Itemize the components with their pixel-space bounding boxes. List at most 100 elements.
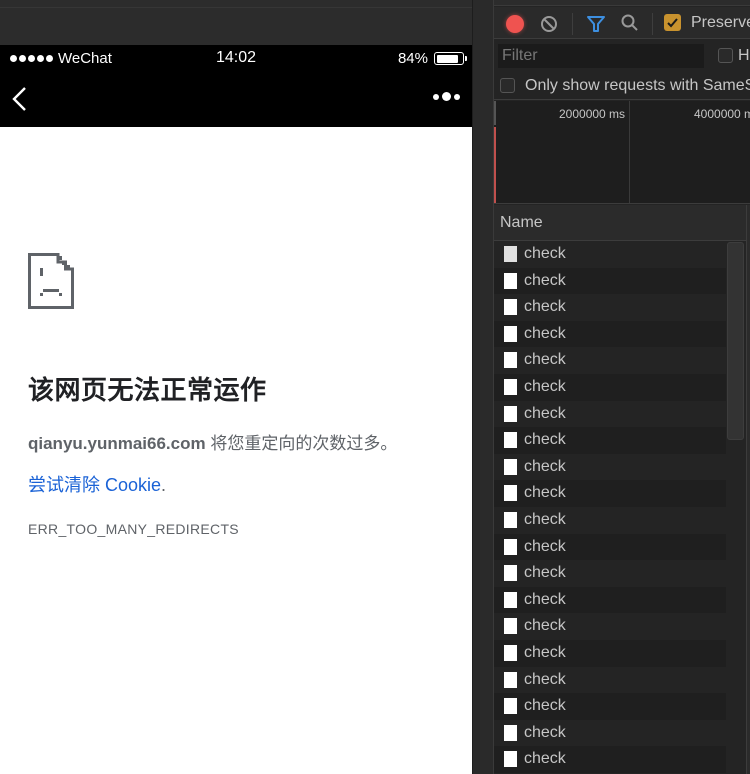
clear-cookies-link[interactable]: 尝试清除 Cookie.	[28, 471, 166, 497]
request-name: check	[524, 670, 566, 688]
request-name: check	[524, 431, 566, 449]
request-name: check	[524, 324, 566, 342]
request-row[interactable]: check	[494, 400, 726, 428]
document-icon	[504, 352, 517, 369]
chevron-left-icon	[12, 87, 26, 111]
screen: WeChat 14:02 84% 该网页无法正常运作 qianyu.yunmai…	[0, 0, 750, 774]
document-icon	[504, 724, 517, 741]
request-row[interactable]: check	[494, 533, 726, 561]
request-name: check	[524, 298, 566, 316]
request-name: check	[524, 484, 566, 502]
request-row[interactable]: check	[494, 480, 726, 507]
request-name: check	[524, 271, 566, 289]
clear-cookies-link-label[interactable]: 尝试清除 Cookie	[28, 475, 161, 495]
record-button[interactable]	[506, 15, 524, 33]
request-name: check	[524, 590, 566, 608]
network-overview-timeline[interactable]: 2000000 ms 4000000 m	[494, 101, 750, 204]
request-name: check	[524, 750, 566, 768]
document-icon	[504, 671, 517, 688]
request-row[interactable]: check	[494, 320, 726, 348]
request-list: check check check check check check check check…	[494, 241, 726, 773]
request-name: check	[524, 564, 566, 582]
request-row[interactable]: check	[494, 347, 726, 374]
document-icon	[504, 591, 517, 608]
document-icon	[504, 644, 517, 661]
column-header-label: Name	[500, 214, 543, 231]
error-host: qianyu.yunmai66.com	[28, 434, 206, 453]
request-name: check	[524, 617, 566, 635]
more-dot-icon	[433, 93, 439, 100]
document-icon	[504, 698, 517, 715]
request-row[interactable]: check	[494, 241, 726, 268]
request-row[interactable]: check	[494, 693, 726, 720]
request-name: check	[524, 245, 566, 262]
hide-data-urls-checkbox[interactable]	[718, 48, 733, 63]
request-row[interactable]: check	[494, 560, 726, 587]
filter-input[interactable]	[498, 44, 704, 68]
preserve-log-label: Preserve	[691, 14, 750, 31]
request-name: check	[524, 723, 566, 741]
more-dot-icon	[442, 92, 451, 101]
document-icon	[504, 565, 517, 582]
battery-percent: 84%	[397, 50, 428, 67]
request-row[interactable]: check	[494, 613, 726, 640]
filter-toggle-button[interactable]	[586, 14, 606, 34]
devtools-tabbar	[494, 0, 750, 6]
timeline-marker	[494, 127, 496, 203]
samesite-label: Only show requests with SameSit	[525, 77, 750, 94]
document-icon	[504, 511, 517, 528]
document-icon	[504, 751, 517, 768]
request-name: check	[524, 537, 566, 555]
checkmark-icon	[667, 18, 678, 28]
request-row[interactable]: check	[494, 719, 726, 747]
request-row[interactable]: check	[494, 506, 726, 534]
preserve-log-checkbox[interactable]	[664, 14, 681, 31]
panel-divider[interactable]	[472, 0, 493, 774]
request-row[interactable]: check	[494, 746, 726, 773]
scrollbar-thumb[interactable]	[727, 242, 744, 440]
document-icon	[504, 432, 517, 449]
samesite-filter-row: Only show requests with SameSit	[494, 72, 750, 100]
clear-button[interactable]	[540, 15, 558, 33]
request-row[interactable]: check	[494, 373, 726, 401]
request-name: check	[524, 377, 566, 395]
document-icon	[504, 325, 517, 342]
link-period: .	[161, 475, 167, 495]
document-icon	[504, 246, 517, 262]
document-icon	[504, 378, 517, 395]
phone-simulator: WeChat 14:02 84% 该网页无法正常运作 qianyu.yunmai…	[0, 45, 472, 774]
request-row[interactable]: check	[494, 427, 726, 454]
document-icon	[504, 458, 517, 475]
request-name: check	[524, 697, 566, 715]
request-name: check	[524, 510, 566, 528]
document-icon	[504, 405, 517, 422]
error-description: qianyu.yunmai66.com 将您重定向的次数过多。	[28, 429, 397, 454]
more-button[interactable]	[433, 92, 460, 101]
request-row[interactable]: check	[494, 294, 726, 321]
clear-icon	[541, 16, 557, 32]
sad-document-icon	[28, 253, 74, 309]
battery-icon	[434, 52, 467, 65]
request-name: check	[524, 351, 566, 369]
window-top-strip	[0, 0, 472, 45]
next-column-edge	[746, 205, 750, 774]
samesite-checkbox[interactable]	[500, 78, 515, 93]
document-icon	[504, 485, 517, 502]
filter-bar: H	[494, 40, 750, 72]
wechat-navbar	[0, 72, 472, 127]
search-button[interactable]	[620, 13, 640, 33]
request-row[interactable]: check	[494, 666, 726, 694]
document-icon	[504, 538, 517, 555]
filter-icon	[587, 16, 605, 32]
battery-status: 84%	[397, 50, 467, 67]
more-dot-icon	[454, 93, 460, 100]
column-header-name[interactable]: Name	[494, 205, 746, 241]
request-row[interactable]: check	[494, 586, 726, 614]
request-row[interactable]: check	[494, 267, 726, 295]
request-row[interactable]: check	[494, 639, 726, 667]
devtools-network-panel: Preserve H Only show requests with SameS…	[493, 0, 750, 774]
request-row[interactable]: check	[494, 453, 726, 481]
error-title: 该网页无法正常运作	[28, 375, 267, 405]
back-button[interactable]	[10, 86, 30, 112]
network-toolbar: Preserve	[494, 7, 750, 39]
